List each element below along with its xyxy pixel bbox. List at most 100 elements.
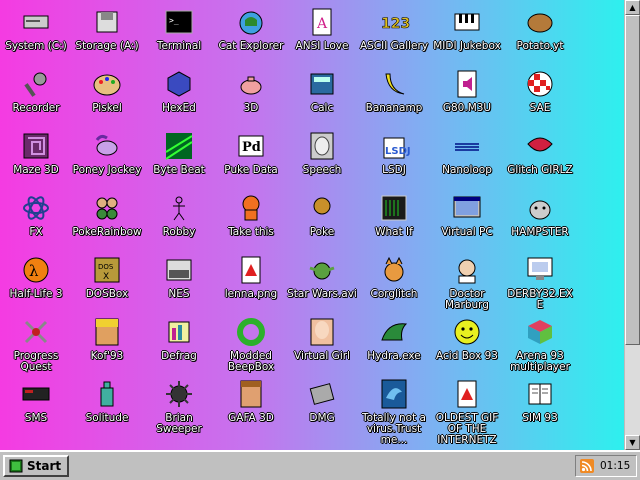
stick-figure-icon [163,192,195,224]
desktop-icon-pokerainbow[interactable]: PokeRainbow [71,192,143,238]
desktop-icon-cat-explorer[interactable]: Cat Explorer [215,6,287,52]
scroll-up-button[interactable]: ▲ [625,0,640,15]
desktop-icon-label: Take this [228,226,274,238]
desktop-icon-defrag[interactable]: Defrag [143,316,215,362]
desktop-icon-dosbox[interactable]: DOS X DOSBox [71,254,143,300]
desktop-icon-derby32-exe[interactable]: DERBY32.EXE [504,254,576,311]
hex-cube-icon [163,68,195,100]
sprites-icon [91,192,123,224]
desktop-icon-what-if[interactable]: What If [358,192,430,238]
desktop-icon-doctor-marburg[interactable]: Doctor Marburg [431,254,503,311]
desktop-icon-hexed[interactable]: HexEd [143,68,215,114]
piano-keys-icon [451,6,483,38]
nanoloop-icon [451,130,483,162]
desktop-icon-sim-93[interactable]: SIM 93 [504,378,576,424]
desktop-icon-solitude[interactable]: Solitude [71,378,143,424]
start-button[interactable]: Start [3,455,69,477]
desktop-icon-sae[interactable]: SAE [504,68,576,114]
teapot-icon [235,68,267,100]
desktop-icon-sms[interactable]: SMS [0,378,72,424]
desktop-icon-fx[interactable]: FX [0,192,72,238]
lsdj-icon: LSDJ [378,130,410,162]
desktop-icon-star-wars-avi[interactable]: Star Wars.avi [286,254,358,300]
desktop-icon-lsdj[interactable]: LSDJ LSDJ [358,130,430,176]
poke-icon [306,192,338,224]
rss-feed-icon[interactable] [580,459,594,473]
svg-text:LSDJ: LSDJ [385,146,410,157]
desktop-icon-piskel[interactable]: Piskel [71,68,143,114]
mine-icon [163,378,195,410]
desktop-icon-modded-beepbox[interactable]: Modded BeepBox [215,316,287,373]
desktop-icon-midi-jukebox[interactable]: MIDI Jukebox [431,6,503,52]
desktop-icon-hydra-exe[interactable]: Hydra.exe [358,316,430,362]
desktop-icon-ascii-gallery[interactable]: 123 ASCII Gallery [358,6,430,52]
desktop-icon-label: Doctor Marburg [445,288,489,311]
desktop-icon-lenna-png[interactable]: lenna.png [215,254,287,300]
yoda-icon [306,254,338,286]
desktop-icon-dmg[interactable]: DMG [286,378,358,424]
desktop-icon-label: SAE [529,102,551,114]
desktop-icon-acid-box-93[interactable]: Acid Box 93 [431,316,503,362]
desktop-icon-ansi-love[interactable]: A ANSI Love [286,6,358,52]
desktop-icon-label: DMG [309,412,335,424]
desktop-icon-progress-quest[interactable]: Progress Quest [0,316,72,373]
desktop-icon-recorder[interactable]: Recorder [0,68,72,114]
desktop-icon-potato-yt[interactable]: Potato.yt [504,6,576,52]
gameboy-icon [306,378,338,410]
desktop-icon-3d[interactable]: 3D [215,68,287,114]
scroll-down-button[interactable]: ▼ [625,435,640,450]
desktop-icon-maze-3d[interactable]: Maze 3D [0,130,72,176]
desktop-icon-nes[interactable]: NES [143,254,215,300]
desktop-icon-oldest-gif-of-the-internetz[interactable]: OLDEST GIF OF THE INTERNETZ [431,378,503,446]
desktop-icon-system-c[interactable]: System (C:) [0,6,72,52]
desktop-icon-puke-data[interactable]: Pd Puke Data [215,130,287,176]
ansi-document-icon: A [306,6,338,38]
desktop-icon-virtual-pc[interactable]: Virtual PC [431,192,503,238]
desktop-icon-kof-93[interactable]: Kof'93 [71,316,143,362]
desktop-icon-label: Maze 3D [13,164,59,176]
dragon-icon [378,316,410,348]
desktop-icon-glitch-girlz[interactable]: Glitch GIRLZ [504,130,576,176]
desktop-icon-gafa-3d[interactable]: GAFA 3D [215,378,287,424]
desktop-icon-take-this[interactable]: Take this [215,192,287,238]
defrag-icon [163,316,195,348]
desktop-icon-brian-sweeper[interactable]: Brian Sweeper [143,378,215,435]
desktop-icon-poke[interactable]: Poke [286,192,358,238]
desktop-icon-label: HexEd [162,102,196,114]
desktop-icon-label: Progress Quest [13,350,59,373]
desktop-icon-nanoloop[interactable]: Nanoloop [431,130,503,176]
gif-file-icon [451,378,483,410]
desktop-icon-label: Solitude [85,412,129,424]
vertical-scrollbar[interactable]: ▲ ▼ [624,0,640,450]
desktop-icon-calc[interactable]: Calc [286,68,358,114]
doctor-icon [451,254,483,286]
desktop-icon-robby[interactable]: Robby [143,192,215,238]
scrollbar-thumb[interactable] [625,15,640,345]
face-3d-icon [235,378,267,410]
desktop-icon-storage-a[interactable]: Storage (A:) [71,6,143,52]
desktop[interactable]: System (C:) Storage (A:) >_ Terminal Cat Exp… [0,0,624,450]
desktop-icon-corglitch[interactable]: Corglitch [358,254,430,300]
desktop-icon-bananamp[interactable]: Bananamp [358,68,430,114]
desktop-icon-speech[interactable]: Speech [286,130,358,176]
desktop-icon-label: Kof'93 [90,350,124,362]
desktop-icon-g80-m3u[interactable]: G80.M3U [431,68,503,114]
fighter-portrait-icon [91,316,123,348]
desktop-icon-label: Half-Life 3 [9,288,63,300]
desktop-icon-totally-not-a-virus-trust-me[interactable]: Totally not a virus.Trust me... [358,378,430,446]
image-file-icon [235,254,267,286]
desktop-icon-label: Speech [302,164,342,176]
desktop-icon-byte-beat[interactable]: Byte Beat [143,130,215,176]
desktop-icon-half-life-3[interactable]: λ Half-Life 3 [0,254,72,300]
desktop-icon-arena-93-multiplayer[interactable]: Arena 93 multiplayer [504,316,576,373]
dosbox-icon: DOS X [91,254,123,286]
desktop-icon-label: Robby [162,226,196,238]
desktop-icon-label: What If [375,226,413,238]
desktop-icon-label: Piskel [92,102,122,114]
desktop-icon-terminal[interactable]: >_ Terminal [143,6,215,52]
desktop-icon-label: Byte Beat [153,164,205,176]
desktop-icon-hampster[interactable]: HAMPSTER [504,192,576,238]
cat-globe-icon [235,6,267,38]
desktop-icon-poney-jockey[interactable]: Poney Jockey [71,130,143,176]
desktop-icon-virtual-girl[interactable]: Virtual Girl [286,316,358,362]
